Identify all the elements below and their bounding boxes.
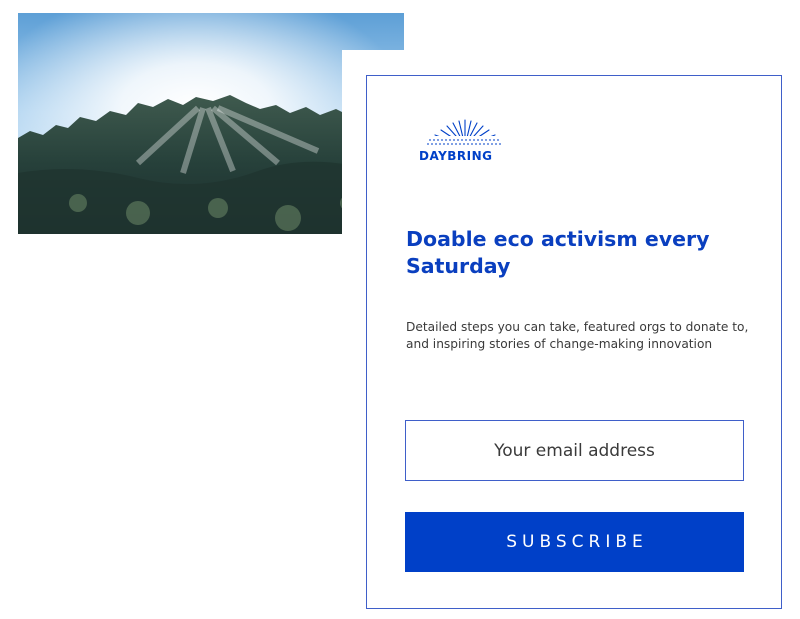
- sunrise-rays-icon: [425, 119, 505, 148]
- subscribe-button[interactable]: SUBSCRIBE: [405, 512, 744, 572]
- headline: Doable eco activism every Saturday: [406, 227, 710, 278]
- newsletter-card: DAYBRING Doable eco activism every Satur…: [366, 75, 782, 609]
- brand-logo: DAYBRING: [417, 116, 513, 166]
- email-input[interactable]: [405, 420, 744, 481]
- brand-name: DAYBRING: [419, 149, 493, 163]
- description: Detailed steps you can take, featured or…: [406, 320, 749, 351]
